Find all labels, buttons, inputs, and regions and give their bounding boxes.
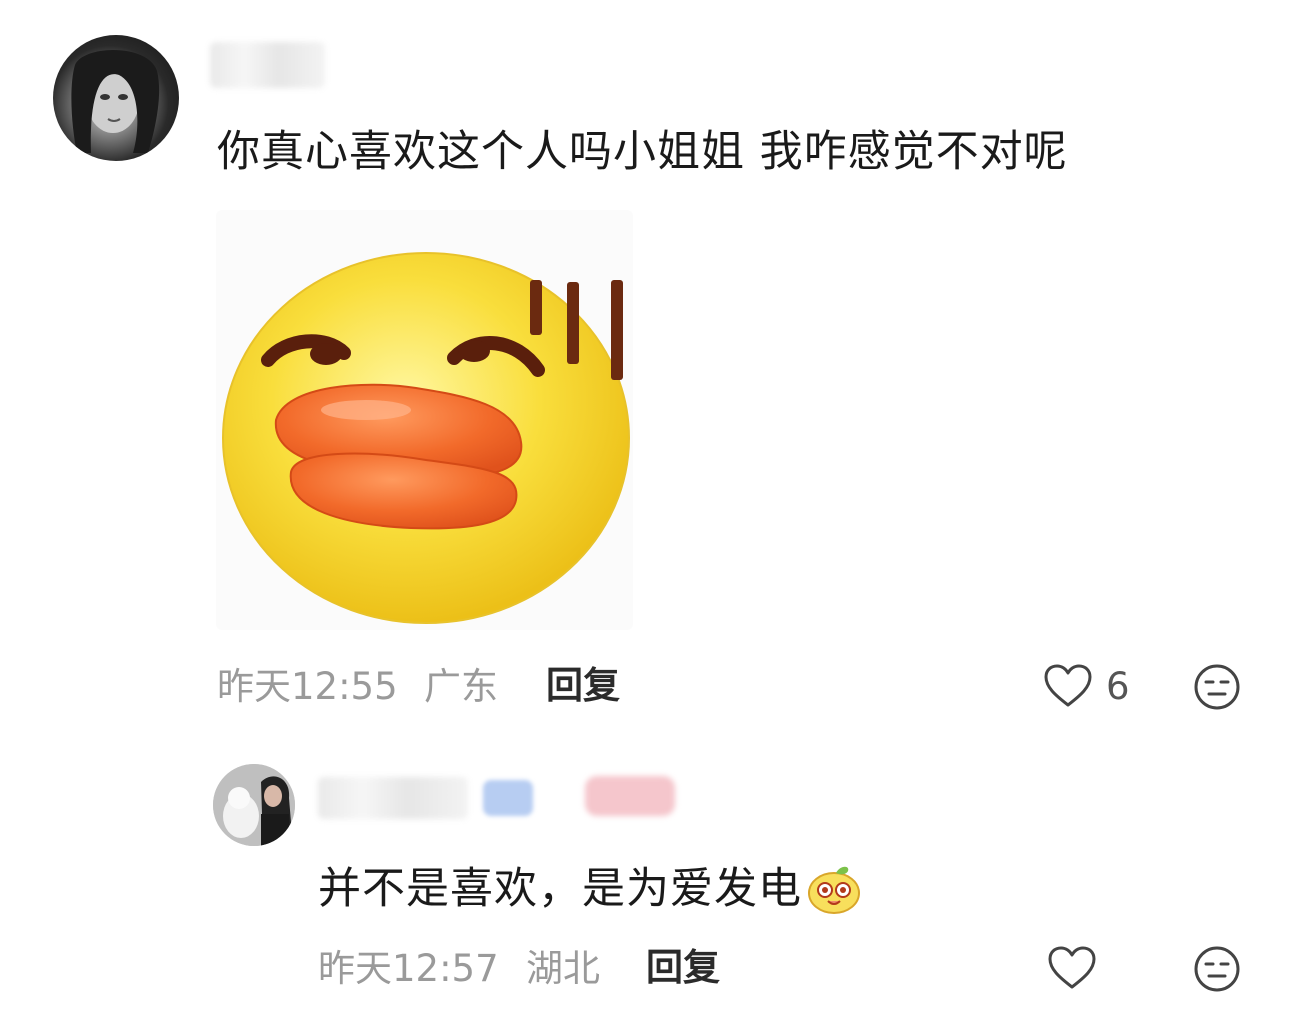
like-count: 6 [1106,665,1130,708]
comment-text: 你真心喜欢这个人吗小姐姐 我咋感觉不对呢 [217,127,1068,177]
comment-location: 湖北 [526,947,600,990]
avatar[interactable] [53,35,179,161]
neutral-face-icon[interactable] [1193,945,1241,993]
duck-face-sweat-sticker[interactable] [216,210,633,630]
heart-outline-icon[interactable] [1047,945,1097,991]
comment-text-content: 并不是喜欢，是为爱发电 [318,863,802,914]
comment-time: 昨天12:57 [318,947,499,990]
username-redacted[interactable] [210,42,325,88]
cute-face-emoji [806,863,862,915]
heart-outline-icon[interactable] [1043,663,1093,709]
avatar-portrait [213,764,295,846]
comment-item: 你真心喜欢这个人吗小姐姐 我咋感觉不对呢 昨天12:55 广东 回复 6 [0,0,1316,740]
comment-location: 广东 [424,665,498,708]
avatar[interactable] [213,764,295,846]
reply-button[interactable]: 回复 [546,667,620,704]
comment-text: 并不是喜欢，是为爱发电 [318,863,862,915]
neutral-face-icon[interactable] [1193,663,1241,711]
comment-time: 昨天12:55 [217,665,398,708]
level-badge [483,780,533,816]
avatar-portrait [71,49,160,153]
username-redacted[interactable] [318,777,468,819]
fan-badge [585,776,675,816]
reply-item: 并不是喜欢，是为爱发电 昨天12:57 湖北 回复 [0,740,1316,1036]
reply-button[interactable]: 回复 [646,949,720,986]
